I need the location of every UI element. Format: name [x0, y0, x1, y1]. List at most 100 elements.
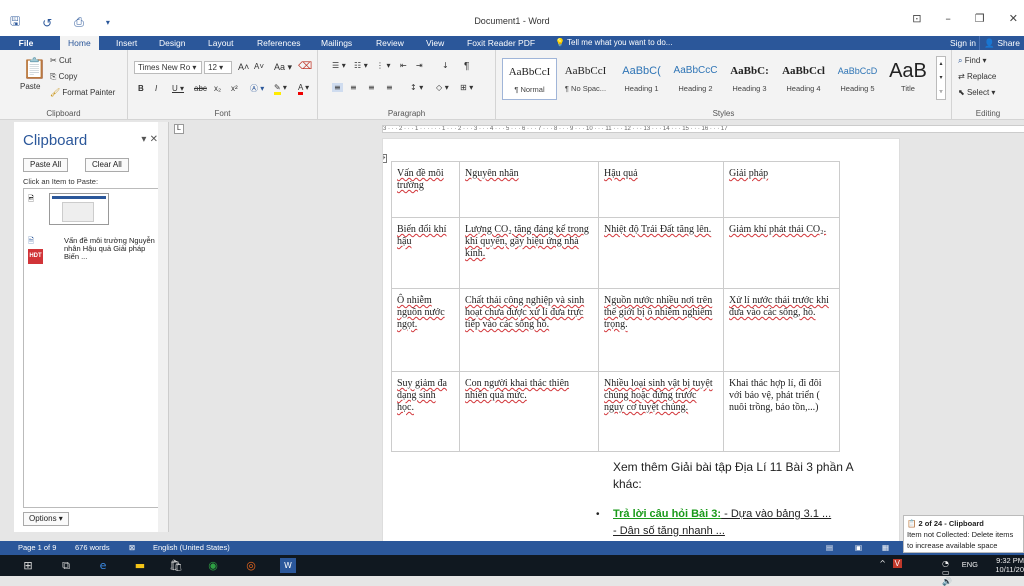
styles-gallery-scroll[interactable]: ▴ ▾ ▿ — [936, 56, 946, 100]
options-button[interactable]: Options ▾ — [23, 512, 69, 526]
print-layout-icon[interactable]: ▣ — [855, 541, 862, 555]
table-cell[interactable]: Chất thải công nghiệp và sinh hoạt chưa … — [459, 288, 599, 372]
table-cell[interactable]: Hậu quả — [598, 161, 724, 218]
read-mode-icon[interactable]: ▤ — [826, 541, 833, 555]
underline-icon[interactable]: U ▾ — [172, 84, 184, 93]
sign-in-link[interactable]: Sign in — [950, 36, 976, 50]
page-count[interactable]: Page 1 of 9 — [18, 541, 56, 555]
shading-icon[interactable]: ◇ ▾ — [436, 83, 449, 92]
edge-icon[interactable]: e — [95, 558, 111, 573]
copy-button[interactable]: ⎘ Copy — [50, 72, 77, 82]
grow-font-button[interactable]: A˄ — [238, 62, 249, 72]
table-cell[interactable]: Nguyên nhân — [459, 161, 599, 218]
table-cell[interactable]: Con người khai thác thiên nhiên quá mức. — [459, 371, 599, 452]
tab-layout[interactable]: Layout — [208, 36, 234, 50]
proofing-icon[interactable]: ⊠ — [129, 541, 135, 555]
justify-icon[interactable]: ≡ — [386, 83, 393, 92]
pane-scrollbar[interactable] — [158, 122, 168, 532]
change-case-button[interactable]: Aa ▾ — [274, 62, 292, 73]
tell-me-search[interactable]: 💡 Tell me what you want to do... — [555, 36, 672, 50]
ruler-scale[interactable]: 3 · · · 2 · · · 1 · · · · · · 1 · · · 2 … — [382, 125, 1024, 133]
tab-file[interactable]: File — [0, 36, 52, 50]
table-cell[interactable]: Giải pháp — [723, 161, 840, 218]
table-cell[interactable]: Nguồn nước nhiều nơi trên thế giới bị ô … — [598, 288, 724, 372]
word-taskbar-icon[interactable]: W — [280, 558, 296, 573]
superscript-icon[interactable]: x² — [231, 84, 238, 93]
replace-button[interactable]: ⇄ Replace — [958, 72, 996, 81]
tab-insert[interactable]: Insert — [116, 36, 137, 50]
style-title[interactable]: AaB Title — [884, 58, 932, 100]
minimize-icon[interactable]: – — [945, 12, 951, 25]
bullet-link[interactable]: Trả lời câu hỏi Bài 3: — [613, 508, 721, 520]
windows-start-icon[interactable]: ⊞ — [20, 558, 36, 573]
italic-icon[interactable]: I — [155, 84, 157, 93]
strikethrough-icon[interactable]: abc — [194, 84, 207, 93]
align-center-icon[interactable]: ≡ — [350, 83, 357, 92]
format-painter-button[interactable]: 🖌 Format Painter — [50, 88, 115, 97]
tray-chevron-icon[interactable]: ^ — [879, 559, 886, 568]
align-left-icon[interactable]: ≡ — [332, 83, 343, 92]
table-cell[interactable]: Suy giảm đa dạng sinh học. — [391, 371, 460, 452]
clock[interactable]: 9:32 PM 10/11/20 — [984, 556, 1024, 574]
style-heading-2[interactable]: AaBbCcC Heading 2 — [668, 58, 723, 100]
antivirus-icon[interactable]: V — [892, 559, 902, 568]
show-marks-icon[interactable]: ¶ — [464, 61, 469, 72]
bullet-item[interactable]: Trả lời câu hỏi Bài 3: - Dựa vào bảng 3.… — [613, 508, 831, 520]
subscript-icon[interactable]: x₂ — [214, 84, 221, 93]
clear-formatting-icon[interactable]: ⌫ — [298, 61, 312, 72]
network-volume-icons[interactable]: ◔ ▭ 🔊 — [942, 559, 952, 586]
select-button[interactable]: ⬉ Select ▾ — [958, 88, 995, 97]
document-page[interactable]: ✥ Vấn đề môi trường Nguyên nhân Hậu quả … — [382, 138, 900, 542]
sort-icon[interactable]: ↓ — [442, 61, 449, 70]
highlight-icon[interactable]: ✎ ▾ — [274, 83, 287, 95]
font-color-icon[interactable]: A ▾ — [298, 83, 309, 95]
style-heading-5[interactable]: AaBbCcD Heading 5 — [830, 58, 885, 100]
store-icon[interactable]: 🛍 — [168, 558, 184, 573]
font-name-box[interactable]: Times New Ro ▾ — [134, 61, 202, 74]
style-heading-3[interactable]: AaBbC: Heading 3 — [722, 58, 777, 100]
tab-foxit[interactable]: Foxit Reader PDF — [467, 36, 535, 50]
tab-selector[interactable]: L — [174, 124, 184, 134]
document-table[interactable]: Vấn đề môi trường Nguyên nhân Hậu quả Gi… — [391, 161, 840, 452]
table-cell[interactable]: Biến đổi khí hậu — [391, 217, 460, 289]
multilevel-list-icon[interactable]: ⋮ ▾ — [376, 61, 391, 70]
style-no-spacing[interactable]: AaBbCcI ¶ No Spac... — [558, 58, 613, 100]
table-cell[interactable]: Lượng CO₂ tăng đáng kể trong khí quyển, … — [459, 217, 599, 289]
find-button[interactable]: ⌕ Find ▾ — [958, 56, 987, 66]
table-cell[interactable]: Xử lí nước thải trước khi đưa vào các sô… — [723, 288, 840, 372]
align-right-icon[interactable]: ≡ — [368, 83, 375, 92]
table-move-handle[interactable]: ✥ — [383, 154, 387, 163]
tab-design[interactable]: Design — [159, 36, 185, 50]
shrink-font-button[interactable]: A˅ — [254, 62, 264, 71]
style-normal[interactable]: AaBbCcI ¶ Normal — [502, 58, 557, 100]
paste-icon[interactable]: 📋 — [22, 56, 47, 81]
restore-icon[interactable]: ❐ — [975, 12, 985, 25]
numbering-icon[interactable]: ☷ ▾ — [354, 61, 368, 70]
style-heading-4[interactable]: AaBbCcl Heading 4 — [776, 58, 831, 100]
font-size-box[interactable]: 12 ▾ — [204, 61, 232, 74]
cut-button[interactable]: ✂ Cut — [50, 56, 71, 65]
language-indicator[interactable]: English (United States) — [153, 541, 230, 555]
increase-indent-icon[interactable]: ⇥ — [416, 61, 423, 70]
line-spacing-icon[interactable]: ↕ ▾ — [410, 83, 423, 92]
table-cell[interactable]: Khai thác hợp lí, đi đôi với bảo vệ, phá… — [723, 371, 840, 452]
table-cell[interactable]: Vấn đề môi trường — [391, 161, 460, 218]
table-cell[interactable]: Nhiều loại sinh vật bị tuyệt chủng hoặc … — [598, 371, 724, 452]
browser-icon[interactable]: ◎ — [243, 558, 259, 573]
bold-icon[interactable]: B — [138, 84, 144, 93]
share-button[interactable]: 👤 Share — [979, 36, 1024, 50]
tab-review[interactable]: Review — [376, 36, 404, 50]
file-explorer-icon[interactable]: ▬ — [132, 558, 148, 573]
close-icon[interactable]: ✕ — [1009, 12, 1018, 25]
table-cell[interactable]: Giảm khí phát thải CO₂. — [723, 217, 840, 289]
tab-mailings[interactable]: Mailings — [321, 36, 352, 50]
table-cell[interactable]: Ô nhiễm nguồn nước ngọt. — [391, 288, 460, 372]
style-heading-1[interactable]: AaBbC(Heading 1 — [614, 58, 669, 100]
word-count[interactable]: 676 words — [75, 541, 110, 555]
tab-view[interactable]: View — [426, 36, 444, 50]
borders-icon[interactable]: ⊞ ▾ — [460, 83, 473, 92]
decrease-indent-icon[interactable]: ⇤ — [400, 61, 407, 70]
text-effects-icon[interactable]: Ⓐ ▾ — [250, 83, 264, 94]
clear-all-button[interactable]: Clear All — [85, 158, 129, 172]
bullets-icon[interactable]: ☰ ▾ — [332, 61, 346, 70]
